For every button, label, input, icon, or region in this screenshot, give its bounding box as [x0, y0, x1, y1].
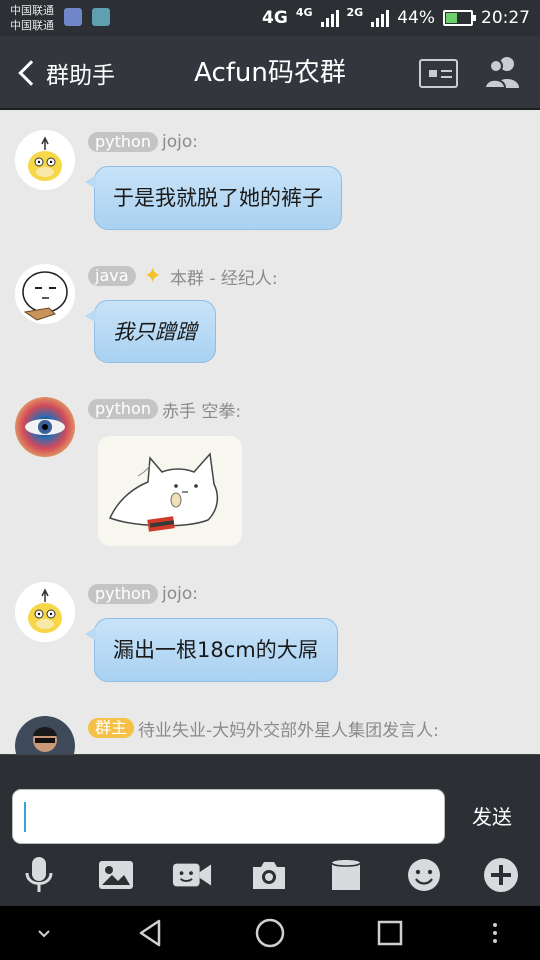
chat-messages[interactable]: python jojo: 于是我就脱了她的裤子 java ✦ 本群 - 经纪人:… [0, 112, 540, 754]
video-icon [172, 863, 212, 887]
signal-icon [320, 9, 339, 27]
image-button[interactable] [96, 854, 136, 896]
message-bubble[interactable]: 我只蹭蹭 [85, 300, 216, 363]
message-text: 我只蹭蹭 [113, 319, 197, 344]
emoji-button[interactable] [404, 854, 444, 896]
star-badge-icon: ✦ [143, 263, 162, 289]
triangle-back-icon [139, 919, 161, 947]
message-bubble[interactable]: 于是我就脱了她的裤子 [85, 166, 342, 230]
carrier-info: 中国联通 中国联通 [10, 3, 54, 33]
card-icon-line-2 [441, 76, 452, 78]
network-type-3: 2G [346, 5, 364, 19]
signal-icon-2 [371, 9, 390, 27]
send-button[interactable]: 发送 [456, 799, 528, 835]
avatar[interactable] [15, 397, 75, 457]
title-bar: 群助手 Acfun码农群 [0, 36, 540, 110]
message-input[interactable] [12, 789, 445, 844]
message-meta: 群主 待业失业-大妈外交部外星人集团发言人: [88, 716, 439, 741]
text-cursor [24, 802, 26, 832]
hide-keyboard-button[interactable] [24, 916, 64, 950]
avatar[interactable] [15, 582, 75, 642]
gallery-notification-icon [92, 8, 110, 26]
message-meta: python jojo: [88, 582, 198, 606]
person-avatar-icon [15, 716, 75, 754]
message-meta: python 赤手 空拳: [88, 397, 242, 422]
sender-name: 本群 - 经纪人: [169, 268, 278, 289]
plus-icon [484, 858, 518, 892]
meme-face-avatar-icon [15, 264, 75, 324]
clock: 20:27 [481, 8, 530, 28]
card-icon-square [429, 70, 437, 77]
chevron-down-icon [38, 930, 50, 938]
video-button[interactable] [172, 854, 212, 896]
nav-back-button[interactable] [130, 916, 170, 950]
square-recents-icon [377, 920, 403, 946]
system-nav-bar [0, 906, 540, 960]
sender-name: 赤手 空拳: [161, 401, 242, 422]
nav-home-button[interactable] [250, 916, 290, 950]
microphone-icon [25, 857, 53, 892]
carrier-2: 中国联通 [10, 19, 54, 32]
chat-title: Acfun码农群 [194, 58, 346, 88]
network-type-1: 4G [262, 8, 288, 28]
users-icon [483, 57, 519, 89]
battery-fill [446, 13, 458, 23]
message-meta: java ✦ 本群 - 经纪人: [88, 263, 278, 289]
member-tag: java [88, 266, 136, 286]
duck-avatar-icon [15, 582, 75, 642]
emoji-icon [408, 859, 440, 891]
avatar[interactable] [15, 264, 75, 324]
sender-name: 待业失业-大妈外交部外星人集团发言人: [138, 720, 439, 741]
input-toolbar [0, 844, 540, 906]
nav-recents-button[interactable] [370, 916, 410, 950]
voice-button[interactable] [19, 854, 59, 896]
member-tag: python [88, 399, 158, 419]
sender-name: jojo: [161, 132, 198, 152]
avatar[interactable] [15, 130, 75, 190]
more-vertical-icon [493, 923, 497, 943]
cat-sticker[interactable] [98, 436, 242, 546]
owner-tag: 群主 [88, 718, 135, 738]
file-button[interactable] [326, 854, 366, 896]
circle-home-icon [255, 918, 285, 948]
duck-avatar-icon [15, 130, 75, 190]
message-meta: python jojo: [88, 130, 198, 154]
battery-icon [443, 10, 476, 26]
sender-name: jojo: [161, 584, 198, 604]
nav-menu-button[interactable] [475, 916, 515, 950]
camera-icon [253, 862, 285, 889]
avatar[interactable] [15, 716, 75, 754]
cat-sticker-image [108, 452, 219, 532]
group-members-button[interactable] [483, 54, 521, 90]
group-card-button[interactable] [419, 59, 458, 88]
message-text: 于是我就脱了她的裤子 [113, 186, 323, 210]
member-tag: python [88, 584, 158, 604]
battery-percent: 44% [397, 8, 435, 28]
notification-icon [64, 8, 82, 26]
card-icon-line-1 [441, 70, 452, 72]
message-bubble[interactable]: 漏出一根18cm的大屌 [85, 618, 338, 682]
camera-button[interactable] [249, 854, 289, 896]
image-icon [99, 861, 133, 889]
member-tag: python [88, 132, 158, 152]
message-text: 漏出一根18cm的大屌 [113, 638, 319, 662]
input-bar: 发送 [0, 754, 540, 844]
network-type-2: 4G [295, 5, 313, 19]
eye-art-avatar-icon [15, 397, 75, 457]
status-indicators: 4G 4G 2G 44% 20:27 [262, 6, 530, 30]
carrier-1: 中国联通 [10, 4, 54, 17]
more-button[interactable] [481, 854, 521, 896]
file-icon [331, 860, 361, 890]
status-bar: 中国联通 中国联通 4G 4G 2G 44% 20:27 [0, 0, 540, 36]
